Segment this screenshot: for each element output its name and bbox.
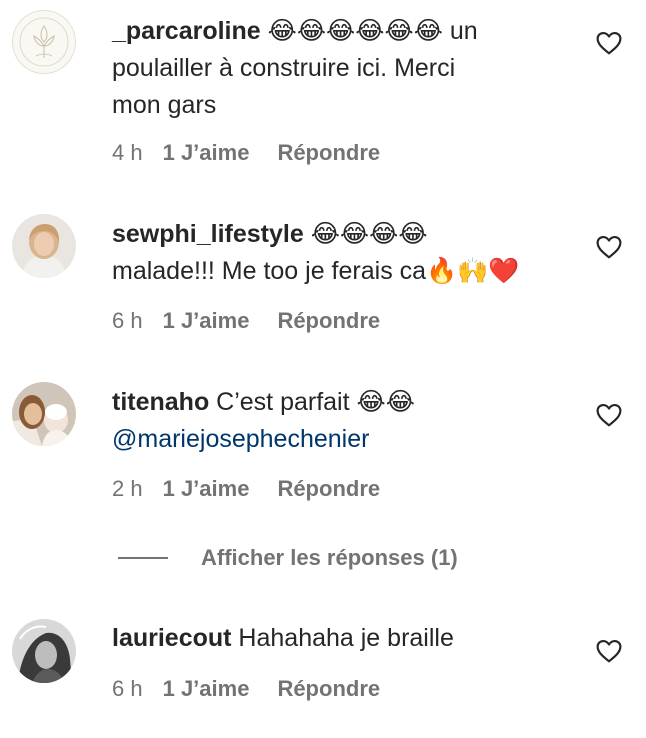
comment-body-line: mon gars bbox=[112, 91, 217, 119]
reply-button[interactable]: Répondre bbox=[277, 476, 380, 501]
comment-body-line: malade!!! Me too je ferais ca🔥🙌❤️ bbox=[112, 257, 520, 285]
comment-text: sewphi_lifestyle 😂😂😂😂 malade!!! Me too j… bbox=[112, 216, 582, 290]
comment-timestamp[interactable]: 4 h bbox=[112, 140, 143, 165]
reply-button[interactable]: Répondre bbox=[277, 308, 380, 333]
user-avatar[interactable] bbox=[12, 382, 76, 446]
divider-line bbox=[118, 557, 168, 559]
comment-timestamp[interactable]: 6 h bbox=[112, 676, 143, 701]
heart-outline-icon[interactable] bbox=[596, 31, 622, 55]
user-avatar[interactable] bbox=[12, 214, 76, 278]
comment-username[interactable]: titenaho bbox=[112, 388, 209, 416]
person-photo-avatar-icon bbox=[12, 214, 76, 278]
comment-body-line: poulailler à construire ici. Merci bbox=[112, 54, 456, 82]
view-replies-label[interactable]: Afficher les réponses (1) bbox=[201, 545, 458, 571]
comment-likes[interactable]: 1 J’aime bbox=[163, 676, 250, 701]
comment-timestamp[interactable]: 2 h bbox=[112, 476, 143, 501]
floral-logo-avatar-icon bbox=[12, 10, 76, 74]
comment-meta: 6 h 1 J’aime Répondre bbox=[112, 676, 380, 702]
comment-meta: 4 h 1 J’aime Répondre bbox=[112, 140, 380, 166]
view-replies-button[interactable]: Afficher les réponses (1) bbox=[118, 544, 458, 572]
comment-body: 😂😂😂😂 bbox=[303, 220, 428, 248]
user-avatar[interactable] bbox=[12, 10, 76, 74]
comment-text: titenaho C’est parfait 😂😂 @mariejosephec… bbox=[112, 384, 582, 458]
comment-username[interactable]: _parcaroline bbox=[112, 17, 261, 45]
comment-username[interactable]: lauriecout bbox=[112, 624, 231, 652]
heart-outline-icon[interactable] bbox=[596, 235, 622, 259]
reply-button[interactable]: Répondre bbox=[277, 676, 380, 701]
reply-button[interactable]: Répondre bbox=[277, 140, 380, 165]
comment-timestamp[interactable]: 6 h bbox=[112, 308, 143, 333]
comment-username[interactable]: sewphi_lifestyle bbox=[112, 220, 304, 248]
person-photo-avatar-icon bbox=[12, 619, 76, 683]
comment-meta: 2 h 1 J’aime Répondre bbox=[112, 476, 380, 502]
comment-text: lauriecout Hahahaha je braille bbox=[112, 620, 582, 657]
heart-outline-icon[interactable] bbox=[596, 639, 622, 663]
comment-body: C’est parfait 😂😂 bbox=[209, 388, 415, 416]
user-avatar[interactable] bbox=[12, 619, 76, 683]
person-photo-avatar-icon bbox=[12, 382, 76, 446]
comment-body: Hahahaha je braille bbox=[231, 624, 454, 652]
comment-meta: 6 h 1 J’aime Répondre bbox=[112, 308, 380, 334]
comment-likes[interactable]: 1 J’aime bbox=[163, 140, 250, 165]
mention-link[interactable]: @mariejosephechenier bbox=[112, 425, 369, 453]
comment-likes[interactable]: 1 J’aime bbox=[163, 308, 250, 333]
heart-outline-icon[interactable] bbox=[596, 403, 622, 427]
comment-body: 😂😂😂😂😂😂 un bbox=[260, 17, 478, 45]
comment-text: _parcaroline 😂😂😂😂😂😂 un poulailler à cons… bbox=[112, 13, 582, 124]
comment-likes[interactable]: 1 J’aime bbox=[163, 476, 250, 501]
